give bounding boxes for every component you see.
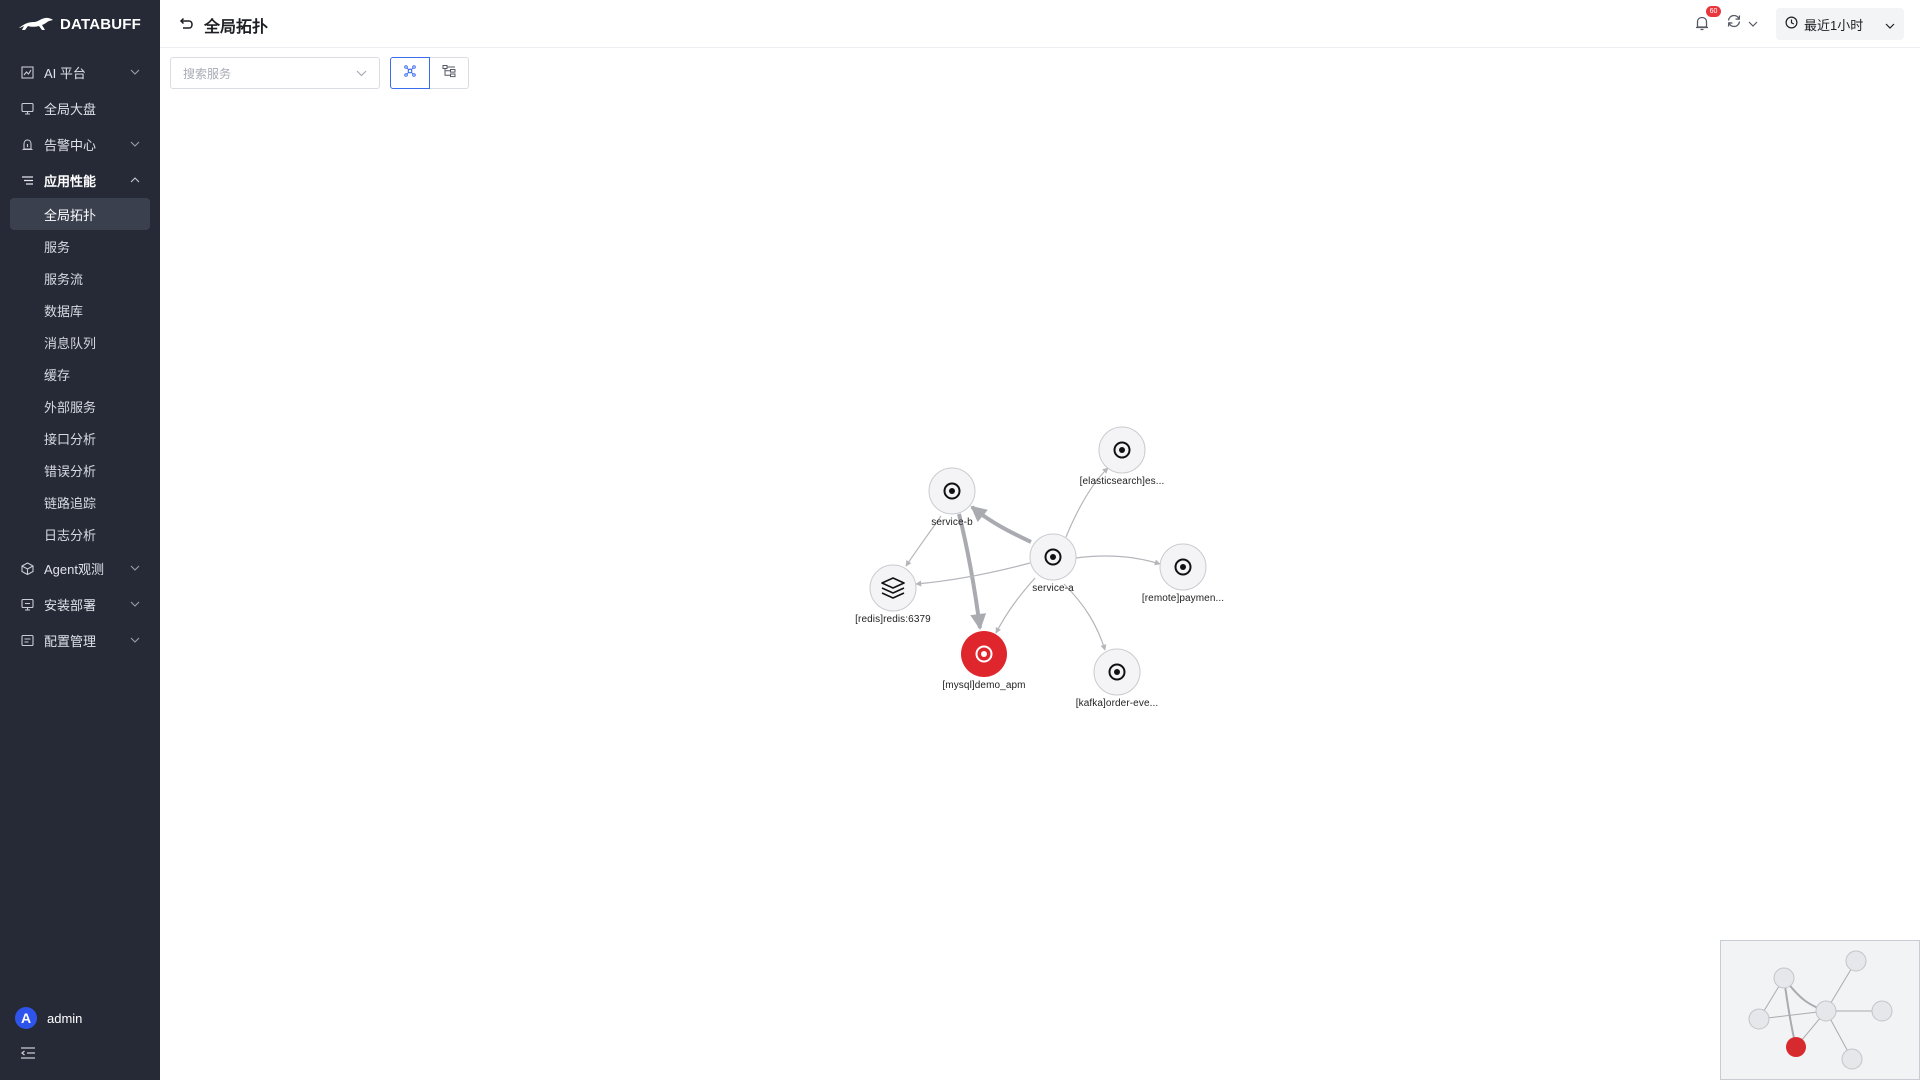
node-label-service-a: service-a (1032, 583, 1074, 594)
node-service-b[interactable] (928, 467, 976, 515)
node-service-a[interactable] (1029, 533, 1077, 581)
node-label-remote: [remote]paymen... (1141, 593, 1225, 604)
node-redis[interactable] (869, 564, 917, 612)
node-label-redis: [redis]redis:6379 (855, 614, 931, 625)
node-kafka[interactable] (1093, 648, 1141, 696)
node-label-mysql: [mysql]demo_apm (942, 680, 1026, 691)
topology-graph (869, 426, 1207, 696)
edge-service-a-to-mysql[interactable] (995, 577, 1036, 634)
node-label-service-b: service-b (931, 517, 973, 528)
node-remote-payment[interactable] (1159, 543, 1207, 591)
node-mysql[interactable] (961, 631, 1007, 677)
minimap-graph (1748, 950, 1893, 1070)
topology-minimap[interactable] (1720, 940, 1920, 1080)
node-elasticsearch[interactable] (1098, 426, 1146, 474)
edge-service-b-to-mysql[interactable] (957, 513, 987, 630)
graph-view-icon (403, 64, 417, 83)
node-label-elasticsearch: [elasticsearch]es... (1079, 476, 1165, 487)
edge-service-a-to-remote[interactable] (1075, 555, 1161, 566)
graph-view-button[interactable] (390, 57, 430, 89)
nodes-layer (869, 426, 1207, 696)
node-label-kafka: [kafka]order-eve... (1075, 698, 1159, 709)
edge-service-a-to-service-b[interactable] (970, 505, 1032, 544)
